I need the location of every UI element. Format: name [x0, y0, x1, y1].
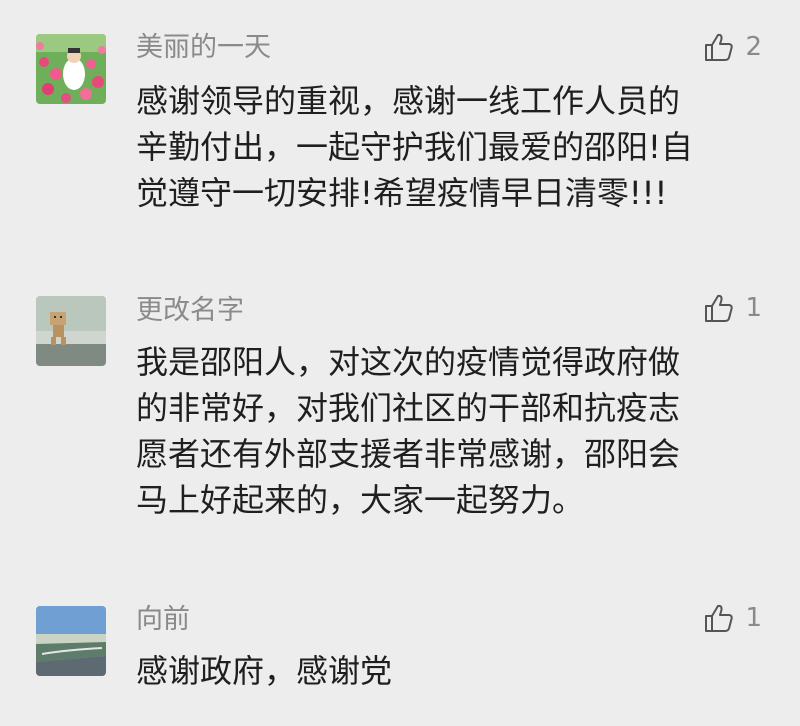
comment-text: 我是邵阳人，对这次的疫情觉得政府做 的非常好，对我们社区的干部和抗疫志 愿者还有…	[136, 339, 680, 523]
cardboard-robot-avatar	[36, 296, 106, 366]
comment-line: 的非常好，对我们社区的干部和抗疫志	[136, 389, 681, 427]
like-count: 1	[745, 293, 762, 323]
avatar[interactable]	[36, 34, 106, 104]
comment-line: 我是邵阳人，对这次的疫情觉得政府做	[136, 343, 681, 381]
river-landscape-avatar	[36, 606, 106, 676]
comment-text: 感谢领导的重视，感谢一线工作人员的 辛勤付出，一起守护我们最爱的邵阳!自 觉遵守…	[136, 78, 693, 216]
thumbs-up-icon	[705, 604, 734, 632]
like-button[interactable]: 1	[703, 292, 762, 324]
username[interactable]: 美丽的一天	[136, 32, 271, 64]
thumbs-up-icon	[705, 294, 734, 322]
avatar[interactable]	[36, 296, 106, 366]
like-count: 2	[745, 32, 762, 62]
like-button[interactable]: 2	[703, 31, 762, 63]
comment-line: 感谢领导的重视，感谢一线工作人员的	[136, 82, 681, 120]
comment-line: 觉遵守一切安排!希望疫情早日清零!!!	[136, 174, 668, 212]
comment-line: 愿者还有外部支援者非常感谢，邵阳会	[136, 435, 681, 473]
thumbs-up-icon	[705, 33, 734, 61]
comment-line: 马上好起来的，大家一起努力。	[136, 481, 585, 519]
comment-line: 辛勤付出，一起守护我们最爱的邵阳!自	[136, 128, 693, 166]
like-count: 1	[745, 603, 762, 633]
like-button[interactable]: 1	[703, 602, 762, 634]
pink-flower-field-avatar	[36, 34, 106, 104]
avatar[interactable]	[36, 606, 106, 676]
username[interactable]: 更改名字	[136, 295, 244, 327]
comment-text: 感谢政府，感谢党	[136, 648, 392, 694]
comment-line: 感谢政府，感谢党	[136, 652, 393, 690]
username[interactable]: 向前	[136, 604, 190, 636]
